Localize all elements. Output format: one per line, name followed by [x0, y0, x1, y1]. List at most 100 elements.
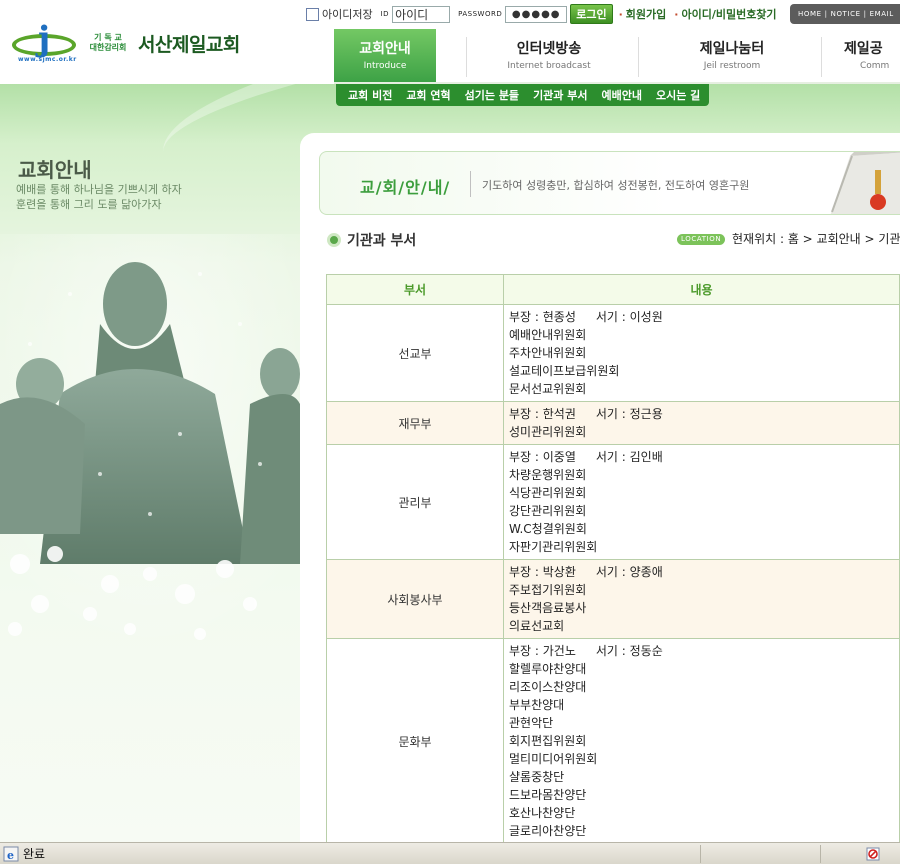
util-email-link[interactable]: EMAIL — [870, 10, 894, 18]
dept-secretary: 서기 : 정근용 — [595, 407, 663, 421]
denomination-line-1: 기 독 교 — [94, 33, 122, 42]
committee-item: 등산객음료봉사 — [509, 601, 587, 615]
left-slogan: 예배를 통해 하나님을 기쁘시게 하자 훈련을 통해 그리 도를 닮아가자 — [16, 182, 182, 212]
table-row: 사회봉사부 부장 : 박상환 서기 : 양종애 주보접기위원회 등산객음료봉사 의료선교회 — [326, 559, 900, 639]
dept-head: 부장 : 한석권 — [509, 407, 576, 421]
id-label: ID — [380, 10, 390, 18]
dept-leaders: 부장 : 현종성 서기 : 이성원 — [509, 308, 899, 326]
denomination-label: 기 독 교 대한감리회 — [84, 33, 132, 53]
committee-item: 멀티미디어위원회 — [509, 752, 598, 766]
committee-item: 드보라몸찬양단 — [509, 788, 587, 802]
util-home-link[interactable]: HOME — [798, 10, 822, 18]
site-header: j www.sjmc.or.kr 기 독 교 대한감리회 서산제일교회 아이디저… — [0, 0, 900, 84]
dept-head: 부장 : 현종성 — [509, 310, 576, 324]
page-title: 기관과 부서 — [347, 233, 417, 249]
committee-item: 할렐루야찬양대 — [509, 662, 587, 676]
table-row: 재무부 부장 : 한석권 서기 : 정근용성미관리위원회 — [326, 401, 900, 445]
denomination-line-2: 대한감리회 — [89, 43, 127, 52]
header-dept: 부서 — [326, 274, 504, 305]
table-row: 선교부 부장 : 현종성 서기 : 이성원 예배안내위원회 주차안내위원회 설교테이프보급… — [326, 304, 900, 402]
dept-content-cell: 부장 : 한석권 서기 : 정근용성미관리위원회 — [503, 401, 900, 445]
subnav-servants[interactable]: 섬기는 분들 — [465, 87, 519, 103]
dept-leaders: 부장 : 이중열 서기 : 김인배 — [509, 448, 899, 466]
sub-nav: 교회 비전 교회 연혁 섬기는 분들 기관과 부서 예배안내 오시는 길 — [336, 84, 709, 106]
password-input[interactable]: ●●●●● — [505, 5, 568, 23]
main-nav: 교회안내 Introduce 인터넷방송 Internet broadcast … — [334, 29, 900, 84]
committee-item: 예배안내위원회 — [509, 328, 587, 342]
left-visual: 교회안내 예배를 통해 하나님을 기쁘시게 하자 훈련을 통해 그리 도를 닮아… — [0, 84, 300, 844]
logo-url: www.sjmc.or.kr — [18, 56, 77, 63]
browser-status-bar: e 완료 — [0, 842, 900, 864]
dept-leaders: 부장 : 가건노 서기 : 정동순 — [509, 642, 899, 660]
ie-page-icon: e — [3, 846, 19, 862]
table-header-row: 부서 내용 — [326, 274, 900, 305]
church-name: 서산제일교회 — [138, 33, 240, 56]
banner-title: 교/회/안/내/ — [360, 178, 451, 197]
committee-item: 자판기관리위원회 — [509, 540, 598, 554]
title-bullet-icon — [327, 233, 341, 247]
utility-nav: HOME | NOTICE | EMAIL — [790, 4, 900, 24]
committee-item: 식당관리위원회 — [509, 486, 587, 500]
main-nav-introduce[interactable]: 교회안내 Introduce — [334, 29, 436, 82]
site-logo[interactable]: j www.sjmc.or.kr 기 독 교 대한감리회 서산제일교회 — [10, 22, 240, 64]
slogan-line-1: 예배를 통해 하나님을 기쁘시게 하자 — [16, 183, 182, 196]
committee-item: 차량운행위원회 — [509, 468, 587, 482]
login-button[interactable]: 로그인 — [570, 4, 613, 24]
main-nav-broadcast[interactable]: 인터넷방송 Internet broadcast — [474, 29, 624, 82]
subnav-history[interactable]: 교회 연혁 — [406, 87, 450, 103]
committee-item: 의료선교회 — [509, 619, 565, 633]
login-bar: 아이디저장 ID 아이디 PASSWORD ●●●●● 로그인 회원가입 아이디… — [306, 4, 785, 24]
nav-label: 인터넷방송 — [516, 41, 582, 57]
committee-item: 강단관리위원회 — [509, 504, 587, 518]
nav-sublabel: Introduce — [363, 61, 407, 71]
popup-blocked-icon[interactable] — [866, 847, 880, 861]
dept-secretary: 서기 : 김인배 — [595, 450, 663, 464]
join-link[interactable]: 회원가입 — [619, 6, 666, 22]
content-panel: 교/회/안/내/ 기도하여 성령충만, 합심하여 성전봉헌, 전도하여 영혼구원… — [300, 133, 900, 844]
svg-text:e: e — [7, 849, 14, 862]
location-badge: LOCATION — [677, 234, 726, 245]
subnav-departments[interactable]: 기관과 부서 — [533, 87, 587, 103]
page-title-row: 기관과 부서 LOCATION 현재위치 : 홈 > 교회안내 > 기관 — [327, 229, 900, 251]
header-content: 내용 — [503, 274, 900, 305]
dept-content-cell: 부장 : 박상환 서기 : 양종애주보접기위원회등산객음료봉사의료선교회 — [503, 559, 900, 639]
dept-head: 부장 : 이중열 — [509, 450, 576, 464]
dept-leaders: 부장 : 박상환 서기 : 양종애 — [509, 563, 899, 581]
committee-item: 부부찬양대 — [509, 698, 565, 712]
church-emblem-icon: j www.sjmc.or.kr — [10, 22, 78, 64]
subnav-directions[interactable]: 오시는 길 — [656, 87, 700, 103]
dept-leaders: 부장 : 한석권 서기 : 정근용 — [509, 405, 899, 423]
table-row: 관리부 부장 : 이중열 서기 : 김인배 차량운행위원회 식당관리위원회 강단관리위원회… — [326, 444, 900, 560]
committee-item: 관현악단 — [509, 716, 554, 730]
dept-secretary: 서기 : 정동순 — [595, 644, 663, 658]
main-nav-community[interactable]: 제일공 Comm — [844, 29, 900, 82]
util-notice-link[interactable]: NOTICE — [831, 10, 861, 18]
save-id-checkbox[interactable] — [306, 7, 319, 21]
committee-item: W.C청결위원회 — [509, 522, 587, 536]
dept-content-cell: 부장 : 현종성 서기 : 이성원 예배안내위원회 주차안내위원회 설교테이프보급위원회… — [503, 304, 900, 402]
nav-sublabel: Comm — [860, 61, 890, 71]
id-input[interactable]: 아이디 — [392, 5, 451, 23]
committee-item: 성미관리위원회 — [509, 425, 587, 439]
table-row: 문화부 부장 : 가건노 서기 : 정동순 할렐루야찬양대 리조이스찬양대 부부찬양대 관현… — [326, 638, 900, 844]
committee-item: 리조이스찬양대 — [509, 680, 587, 694]
bible-decoration-icon — [830, 152, 900, 214]
dept-content-cell: 부장 : 이중열 서기 : 김인배차량운행위원회식당관리위원회강단관리위원회 W.C… — [503, 444, 900, 560]
committee-item: 샬롬중창단 — [509, 770, 565, 784]
dept-name-cell: 선교부 — [326, 304, 504, 402]
main-nav-restroom[interactable]: 제일나눔터 Jeil restroom — [652, 29, 812, 82]
nav-label: 제일나눔터 — [699, 41, 765, 57]
nav-label: 교회안내 — [359, 41, 411, 57]
committee-item: 주차안내위원회 — [509, 346, 587, 360]
subnav-worship[interactable]: 예배안내 — [602, 87, 642, 103]
dept-name-cell: 사회봉사부 — [326, 559, 504, 639]
subnav-vision[interactable]: 교회 비전 — [348, 87, 392, 103]
dept-name-cell: 재무부 — [326, 401, 504, 445]
status-text: 완료 — [23, 847, 46, 861]
save-id-label: 아이디저장 — [322, 8, 373, 21]
committee-item: 주보접기위원회 — [509, 583, 587, 597]
slogan-line-2: 훈련을 통해 그리 도를 닮아가자 — [16, 198, 162, 211]
find-account-link[interactable]: 아이디/비밀번호찾기 — [674, 6, 776, 22]
breadcrumb: 현재위치 : 홈 > 교회안내 > 기관 — [732, 232, 900, 246]
dept-head: 부장 : 가건노 — [509, 644, 576, 658]
